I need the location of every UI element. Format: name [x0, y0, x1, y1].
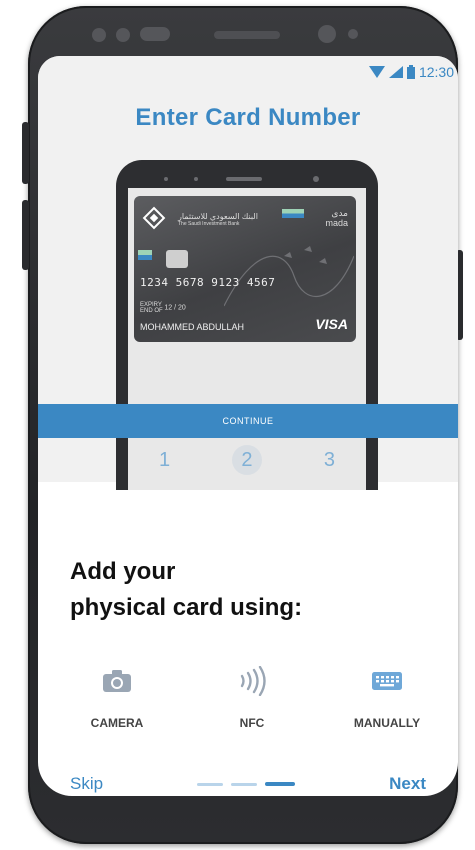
earpiece-speaker: [214, 31, 280, 39]
card-expiry-date: 12 / 20: [164, 304, 186, 312]
onboarding-heading: Add your physical card using:: [70, 554, 302, 626]
iris-scanner-icon: [140, 27, 170, 41]
option-camera-label: CAMERA: [90, 716, 144, 730]
device-frame: 12:30 Enter Card Number البنك السعودي لل…: [0, 0, 475, 850]
card-network-ar: مدى: [331, 208, 348, 218]
heading-line-1: Add your: [70, 558, 176, 585]
keypad-key-2: 2: [231, 445, 262, 475]
sensor-icon: [92, 28, 106, 42]
payment-card-illustration: البنك السعودي للاستثمار The Saudi Invest…: [134, 196, 356, 342]
page-dot-1: [197, 782, 224, 786]
illustration-title: Enter Card Number: [135, 104, 361, 131]
card-holder-name: MOHAMMED ABDULLAH: [140, 322, 245, 332]
option-camera[interactable]: CAMERA: [62, 666, 172, 730]
card-bank-name-ar: البنك السعودي للاستثمار: [178, 212, 258, 221]
card-bank-name: البنك السعودي للاستثمار The Saudi Invest…: [178, 212, 258, 227]
wifi-icon: [368, 66, 385, 78]
mada-logo-icon: [282, 209, 304, 218]
keypad-key-3: 3: [323, 448, 336, 471]
front-camera-icon: [318, 25, 336, 43]
heading-line-2: physical card using:: [70, 594, 303, 621]
status-time: 12:30: [418, 64, 454, 80]
page-dot-3-active: [265, 782, 296, 786]
page-indicator: [197, 782, 296, 786]
signal-icon: [388, 66, 403, 78]
onboarding-footer: Skip Next: [70, 772, 426, 796]
contactless-mark-icon: [138, 250, 152, 260]
device-screen: 12:30 Enter Card Number البنك السعودي لل…: [38, 56, 458, 796]
option-manually[interactable]: MANUALLY: [332, 666, 442, 730]
nfc-icon: [240, 666, 266, 696]
status-bar: 12:30: [368, 62, 454, 82]
keypad-key-1: 1: [158, 448, 171, 471]
option-nfc-label: NFC: [239, 716, 265, 730]
illustration-keypad: 1 2 3: [116, 438, 378, 482]
skip-button[interactable]: Skip: [70, 774, 103, 794]
card-number: 1234 5678 9123 4567: [140, 276, 276, 289]
card-chip-icon: [166, 250, 188, 268]
sensor-icon: [116, 28, 130, 42]
keyboard-icon: [372, 672, 402, 690]
option-manually-label: MANUALLY: [353, 716, 421, 730]
card-network-en: mada: [325, 218, 348, 228]
bank-logo-icon: [142, 206, 166, 230]
page-dot-2: [231, 782, 258, 786]
battery-icon: [406, 65, 415, 79]
volume-up-button: [22, 122, 29, 184]
volume-down-button: [22, 200, 29, 270]
add-card-options: CAMERA NFC MANUALLY: [62, 666, 442, 730]
card-brand-visa: VISA: [315, 316, 348, 332]
illustration-continue-button: CONTINUE: [38, 404, 458, 438]
card-bank-name-en: The Saudi Investment Bank: [178, 221, 240, 227]
next-button[interactable]: Next: [389, 774, 426, 794]
illustration-phone-sensors: [156, 170, 336, 182]
card-expiry: EXPIRY END OF 12 / 20: [140, 302, 186, 314]
card-network: مدى mada: [325, 208, 348, 228]
sensor-icon: [348, 29, 358, 39]
card-expiry-label: EXPIRY END OF: [140, 302, 163, 314]
camera-icon: [103, 670, 131, 692]
option-nfc[interactable]: NFC: [197, 666, 307, 730]
